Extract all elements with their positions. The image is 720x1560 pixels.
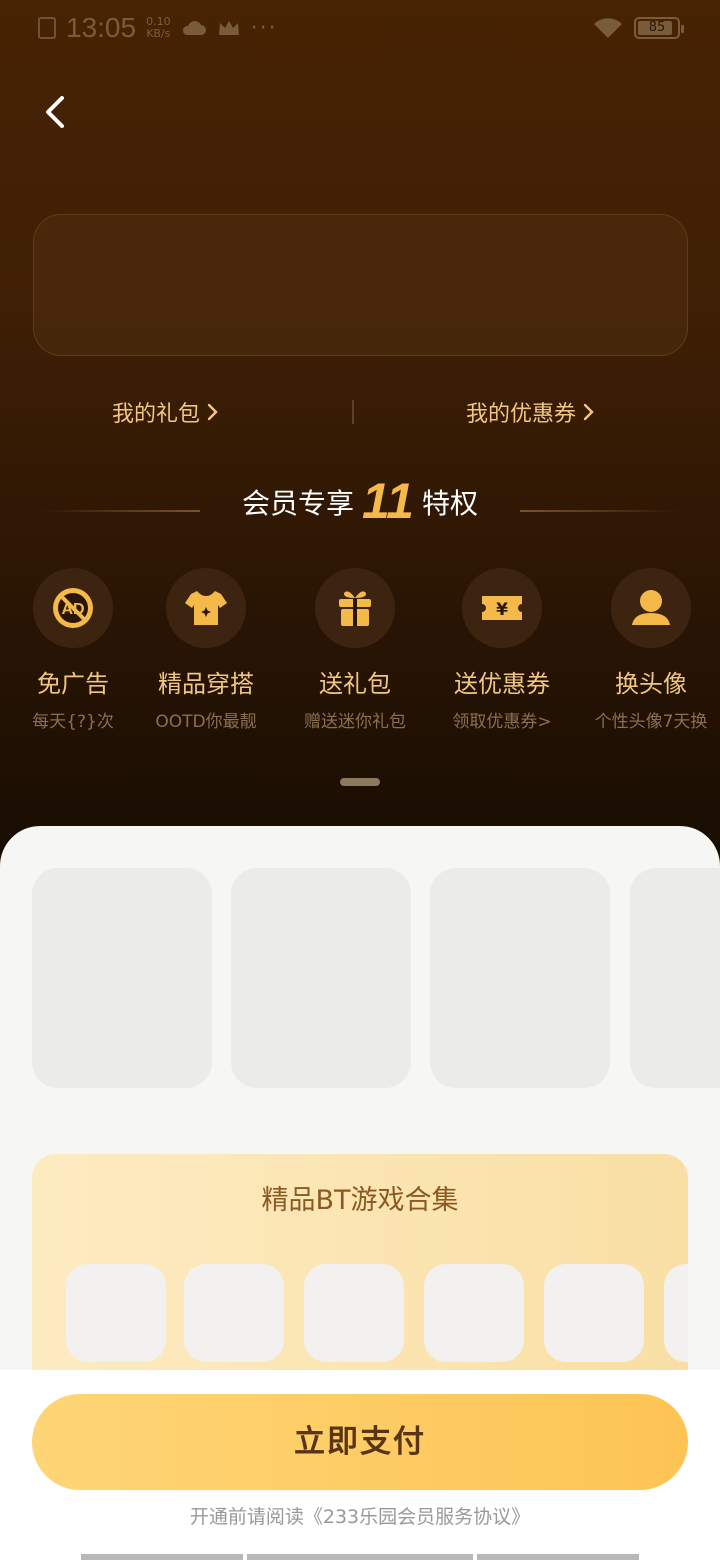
- privilege-name: 精品穿搭: [158, 670, 254, 698]
- coupon-icon: ¥: [482, 596, 522, 620]
- bt-game-icon-placeholder[interactable]: [184, 1264, 284, 1362]
- chevron-right-icon: [583, 403, 594, 421]
- crown-icon: [218, 21, 239, 35]
- bt-game-icon-placeholder[interactable]: [664, 1264, 688, 1362]
- privilege-icon-bg: [315, 568, 395, 648]
- privilege-coupons[interactable]: ¥ 送优惠券 领取优惠券>: [427, 568, 577, 732]
- privileges-count: 11: [362, 473, 414, 529]
- privileges-heading-suffix: 特权: [421, 487, 478, 520]
- status-time: 13:05: [66, 12, 137, 43]
- network-speed-unit: KB/s: [146, 27, 171, 40]
- battery-icon: 85: [634, 17, 684, 39]
- plan-card-placeholder[interactable]: [231, 868, 411, 1088]
- privilege-icon-bg: AD: [33, 568, 113, 648]
- bt-game-icon-placeholder[interactable]: [544, 1264, 644, 1362]
- bt-game-icon-placeholder[interactable]: [66, 1264, 166, 1362]
- page-indicator: [340, 778, 380, 786]
- avatar-icon: [632, 590, 670, 625]
- tshirt-icon: [185, 591, 227, 625]
- weather-cloud-icon: [182, 21, 206, 35]
- pay-footer: 立即支付 开通前请阅读《233乐园会员服务协议》: [0, 1370, 720, 1560]
- chevron-right-icon: [207, 403, 218, 421]
- plan-card-placeholder[interactable]: [32, 868, 212, 1088]
- my-coupons-link[interactable]: 我的优惠券: [466, 396, 594, 428]
- bt-game-icon-placeholder[interactable]: [304, 1264, 404, 1362]
- privileges-heading-prefix: 会员专享: [242, 487, 355, 520]
- my-coupons-label: 我的优惠券: [466, 402, 577, 427]
- svg-text:¥: ¥: [496, 600, 508, 620]
- privileges-heading: 会员专享 11 特权: [0, 470, 720, 540]
- wifi-icon: [594, 18, 622, 38]
- nav-bar-segment: [477, 1554, 639, 1560]
- links-divider: [352, 400, 354, 424]
- privilege-name: 换头像: [615, 670, 687, 698]
- privilege-name: 免广告: [37, 670, 109, 698]
- nav-bar-segment: [247, 1554, 473, 1560]
- privilege-desc: 每天{?}次: [32, 712, 114, 732]
- no-ad-icon: AD: [53, 588, 93, 628]
- nav-bar-segment: [81, 1554, 243, 1560]
- quick-links: 我的礼包 我的优惠券: [0, 390, 720, 434]
- privilege-icon-bg: [166, 568, 246, 648]
- privilege-name: 送礼包: [319, 670, 391, 698]
- service-agreement-link[interactable]: 开通前请阅读《233乐园会员服务协议》: [0, 1502, 720, 1529]
- privileges-list: AD 免广告 每天{?}次 精品穿搭 OOTD你最靓 送礼包 赠送迷你礼包: [0, 568, 720, 738]
- privilege-name: 送优惠券: [454, 670, 550, 698]
- privilege-desc: 个性头像7天换: [594, 712, 708, 732]
- bt-games-title: 精品BT游戏合集: [261, 1185, 459, 1216]
- sim-icon: [38, 17, 56, 39]
- status-bar: 13:05 0.10 KB/s ··· 85: [0, 0, 720, 58]
- privilege-icon-bg: [611, 568, 691, 648]
- more-notifications-icon: ···: [250, 15, 278, 41]
- privilege-avatar[interactable]: 换头像 个性头像7天换: [576, 568, 720, 732]
- membership-card-placeholder: [33, 214, 688, 356]
- plan-card-placeholder[interactable]: [430, 868, 610, 1088]
- pay-now-button[interactable]: 立即支付: [32, 1394, 688, 1490]
- privilege-desc: 赠送迷你礼包: [304, 712, 406, 732]
- back-icon[interactable]: [36, 90, 76, 134]
- header-background: [0, 0, 720, 880]
- bt-game-icon-placeholder[interactable]: [424, 1264, 524, 1362]
- network-speed: 0.10 KB/s: [146, 16, 171, 40]
- privilege-desc: OOTD你最靓: [155, 712, 257, 732]
- privilege-outfits[interactable]: 精品穿搭 OOTD你最靓: [131, 568, 281, 732]
- my-gifts-link[interactable]: 我的礼包: [112, 396, 218, 428]
- gift-icon: [339, 591, 371, 626]
- privilege-no-ads[interactable]: AD 免广告 每天{?}次: [0, 568, 148, 732]
- plan-card-placeholder[interactable]: [630, 868, 720, 1088]
- my-gifts-label: 我的礼包: [112, 402, 201, 427]
- privilege-desc: 领取优惠券>: [452, 712, 552, 732]
- privilege-icon-bg: ¥: [462, 568, 542, 648]
- battery-level: 85: [648, 20, 666, 35]
- privilege-gift-pack[interactable]: 送礼包 赠送迷你礼包: [280, 568, 430, 732]
